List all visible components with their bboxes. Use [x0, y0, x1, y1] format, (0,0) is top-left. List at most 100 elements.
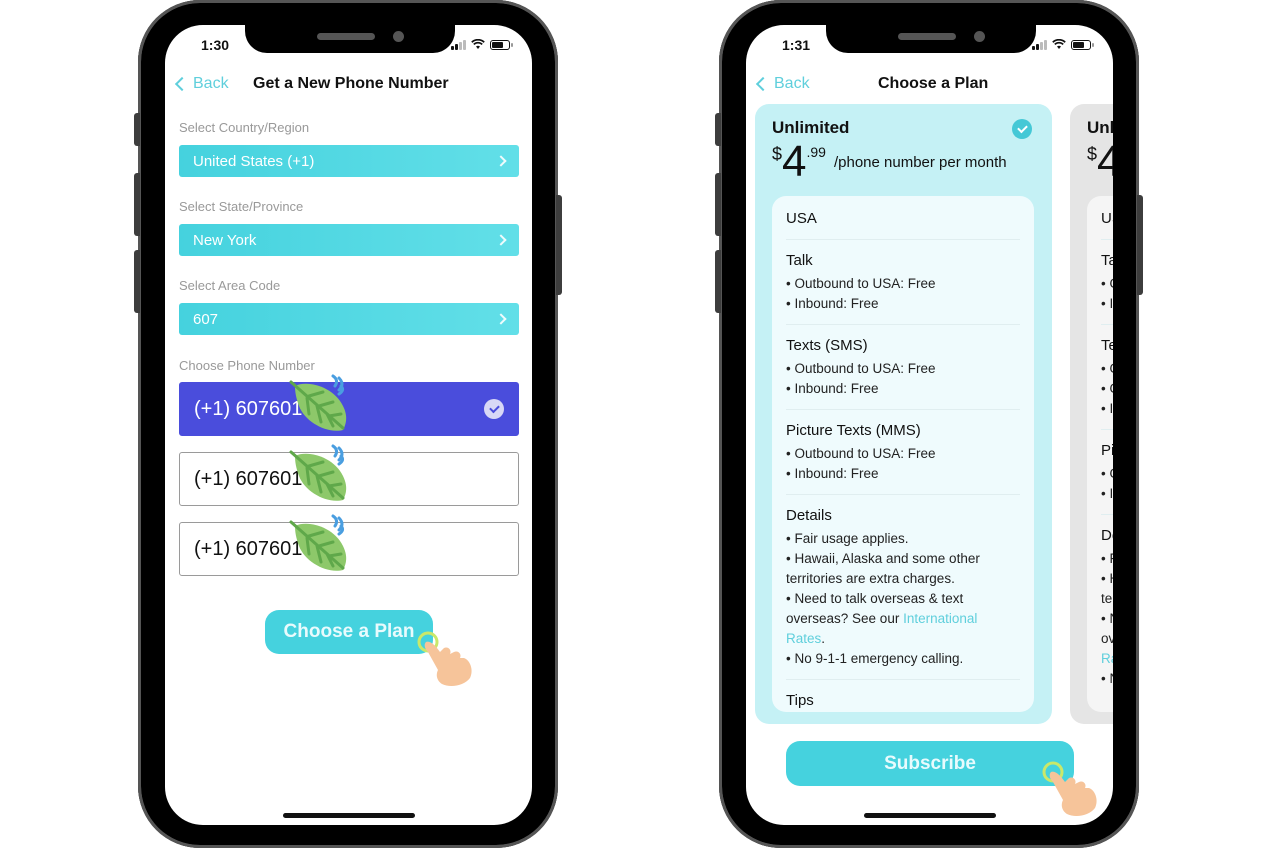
home-indicator: [283, 813, 415, 818]
chevron-right-icon: [495, 155, 507, 167]
check-circle-icon: [484, 399, 504, 419]
section-title: Tips: [786, 692, 814, 709]
area-code-select[interactable]: 607: [179, 303, 519, 335]
area-code-value: 607: [193, 310, 219, 328]
section-line: • O: [1101, 466, 1113, 481]
chevron-left-icon: [174, 76, 190, 92]
section-line: • No 9-1-1 emergency calling.: [786, 651, 964, 666]
price-whole: 4: [1097, 137, 1113, 186]
section-title: Picture Texts (MMS): [786, 422, 921, 439]
phone-number-option[interactable]: (+1) 607601: [179, 452, 519, 506]
state-value: New York: [193, 231, 257, 249]
chevron-right-icon: [495, 234, 507, 246]
section-line: • N: [1101, 671, 1113, 686]
state-label: Select State/Province: [179, 199, 304, 214]
status-icons: [1032, 39, 1094, 50]
section-line: • O: [1101, 381, 1113, 396]
section-line: • Inbound: Free: [786, 381, 879, 396]
choose-plan-button[interactable]: Choose a Plan: [265, 610, 433, 654]
phone-number-value: (+1) 607601: [194, 397, 303, 420]
price-currency: $: [1087, 144, 1098, 164]
section-line: • Inbound: Free: [786, 466, 879, 481]
section-talk: Talk • Outbound to USA: Free • Inbound: …: [786, 240, 1020, 325]
section-details: Details • Fair usage applies. • Hawaii, …: [786, 495, 1020, 680]
speaker: [317, 33, 375, 40]
price-whole: 4: [782, 137, 807, 186]
section-line: • I: [1101, 401, 1113, 416]
phone-number-option[interactable]: (+1) 607601: [179, 382, 519, 436]
section-line: • I: [1101, 486, 1113, 501]
phone-number-value: (+1) 607601: [194, 467, 303, 490]
battery-icon: [490, 39, 513, 50]
back-button[interactable]: Back: [755, 75, 810, 93]
section-line: • O: [1101, 276, 1113, 291]
camera: [393, 31, 404, 42]
plan-card-next[interactable]: Unl $ 4 US Ta • O • I Te • O • O • I: [1070, 104, 1113, 724]
volume-up-button: [715, 173, 721, 236]
back-label: Back: [774, 75, 810, 92]
section-title: Te: [1101, 337, 1113, 354]
section-line: • Outbound to USA: Free: [786, 276, 936, 291]
page-title: Choose a Plan: [878, 75, 989, 92]
area-code-label: Select Area Code: [179, 278, 281, 293]
phone-frame-left: 1:30 Back Get a New Phone Number Select …: [134, 0, 562, 848]
section-line-rates: • Need to talk overseas & text overseas?…: [786, 589, 1020, 649]
state-select[interactable]: New York: [179, 224, 519, 256]
wifi-icon: [471, 39, 485, 49]
plan-price: $ 4 .99 /phone number per month: [772, 140, 1007, 184]
mute-switch: [134, 113, 140, 146]
section-mms: Pi • O • I: [1101, 430, 1113, 515]
international-rates-link[interactable]: Ra: [1101, 649, 1113, 669]
signal-icon: [451, 39, 466, 50]
price-period: /phone number per month: [833, 154, 1007, 171]
section-line: te: [1101, 591, 1113, 606]
section-title: Talk: [786, 252, 813, 269]
section-line: • Hawaii, Alaska and some other territor…: [786, 551, 980, 586]
section-mms: Picture Texts (MMS) • Outbound to USA: F…: [786, 410, 1020, 495]
power-button: [1137, 195, 1143, 295]
phone-number-option[interactable]: (+1) 607601: [179, 522, 519, 576]
nav-bar: Back Choose a Plan: [746, 73, 1113, 97]
section-line: ov: [1101, 631, 1113, 646]
country-select[interactable]: United States (+1): [179, 145, 519, 177]
plan-price: $ 4: [1087, 140, 1113, 184]
section-usa: USA: [786, 196, 1020, 240]
section-title: USA: [786, 210, 817, 227]
choose-plan-label: Choose a Plan: [283, 621, 415, 642]
numbers-label: Choose Phone Number: [179, 358, 315, 373]
rates-suffix: .: [821, 631, 826, 646]
section-title: US: [1101, 210, 1113, 227]
section-line: • Outbound to USA: Free: [786, 361, 936, 376]
section-line: • O: [1101, 361, 1113, 376]
section-tips: Tips: [786, 680, 1020, 712]
mute-switch: [715, 113, 721, 146]
power-button: [556, 195, 562, 295]
section-line: • Inbound: Free: [786, 296, 879, 311]
plan-name: Unl: [1087, 118, 1113, 137]
country-label: Select Country/Region: [179, 120, 310, 135]
back-button[interactable]: Back: [174, 75, 229, 93]
subscribe-button[interactable]: Subscribe: [786, 741, 1074, 786]
notch: [245, 25, 455, 53]
plan-card-unlimited[interactable]: Unlimited $ 4 .99 /phone number per mont…: [755, 104, 1052, 724]
section-sms: Te • O • O • I: [1101, 325, 1113, 430]
section-line: • Outbound to USA: Free: [786, 446, 936, 461]
status-time: 1:30: [201, 37, 230, 53]
back-label: Back: [193, 75, 229, 92]
wifi-icon: [1052, 39, 1066, 49]
screen-get-number: 1:30 Back Get a New Phone Number Select …: [165, 25, 532, 825]
status-icons: [451, 39, 513, 50]
volume-up-button: [134, 173, 140, 236]
plan-details: USA Talk • Outbound to USA: Free • Inbou…: [772, 196, 1034, 712]
section-title: Texts (SMS): [786, 337, 868, 354]
chevron-right-icon: [495, 313, 507, 325]
home-indicator: [864, 813, 996, 818]
section-title: Ta: [1101, 252, 1113, 269]
section-sms: Texts (SMS) • Outbound to USA: Free • In…: [786, 325, 1020, 410]
status-time: 1:31: [782, 37, 811, 53]
section-talk: Ta • O • I: [1101, 240, 1113, 325]
price-currency: $: [772, 144, 783, 164]
price-cents: .99: [806, 144, 826, 160]
section-title: Pi: [1101, 442, 1113, 459]
page-title: Get a New Phone Number: [253, 75, 449, 92]
